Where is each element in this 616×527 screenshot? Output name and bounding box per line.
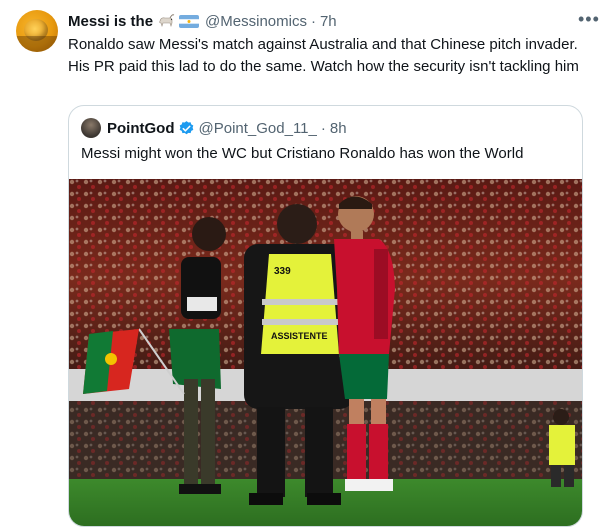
tweet-timestamp[interactable]: 7h [320,13,337,30]
argentina-flag-icon [179,14,200,28]
quoted-tweet-timestamp[interactable]: 8h [330,120,347,137]
more-options-icon[interactable]: ••• [578,10,599,30]
author-handle[interactable]: @Messinomics [205,13,307,30]
steward-number: 339 [274,266,291,277]
quoted-tweet-photo[interactable]: 339 ASSISTENTE [69,179,582,526]
quoted-tweet-text: Messi might won the WC but Cristiano Ron… [81,145,524,162]
steward-vest-text: ASSISTENTE [271,331,328,341]
quoted-author-display-name[interactable]: PointGod [107,120,175,137]
quoted-author-handle[interactable]: @Point_God_11_ [199,120,317,137]
author-display-name[interactable]: Messi is the [68,13,153,30]
separator-dot: · [320,119,326,137]
goat-emoji-icon [157,13,175,29]
quoted-tweet[interactable]: PointGod @Point_God_11_ · 8h Messi might… [68,105,583,527]
tweet-text: Ronaldo saw Messi's match against Austra… [68,36,579,75]
quoted-tweet-header: PointGod @Point_God_11_ · 8h [81,118,347,138]
author-avatar[interactable] [16,10,58,52]
verified-badge-icon [179,120,193,134]
quoted-author-avatar[interactable] [81,118,101,138]
tweet-header: Messi is the @Messinomics · 7h [68,11,600,31]
separator-dot: · [310,12,316,30]
